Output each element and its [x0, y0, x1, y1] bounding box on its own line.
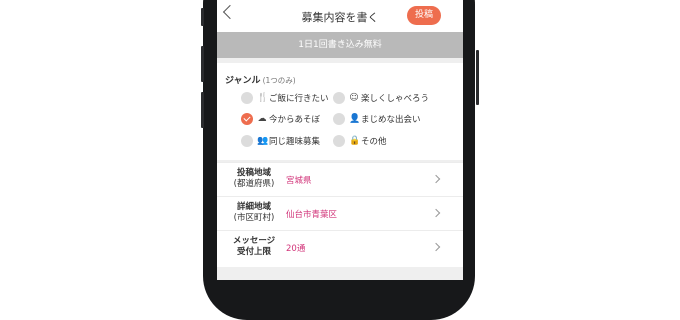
- radio-button[interactable]: [241, 92, 253, 104]
- genre-option-label: ご飯に行きたい: [269, 94, 329, 104]
- phone-power-button: [476, 50, 479, 105]
- genre-option-chat[interactable]: ☺ 楽しくしゃべろう: [333, 91, 429, 105]
- phone-side-button: [201, 8, 204, 26]
- chevron-right-icon: [431, 208, 441, 218]
- post-button[interactable]: 投稿: [407, 6, 441, 25]
- genre-option-hobby[interactable]: 👥 同じ趣味募集: [241, 134, 320, 148]
- genre-option-label: 同じ趣味募集: [269, 137, 321, 147]
- genre-subtitle: (1つのみ): [262, 76, 296, 85]
- radio-button-selected[interactable]: [241, 113, 253, 125]
- genre-title: ジャンル: [225, 76, 261, 86]
- genre-option-serious[interactable]: 👤 まじめな出会い: [333, 112, 421, 126]
- genre-option-label: その他: [361, 137, 387, 147]
- chevron-right-icon: [431, 242, 441, 252]
- radio-button[interactable]: [241, 135, 253, 147]
- city-value: 仙台市青葉区: [286, 210, 338, 220]
- genre-option-play-now[interactable]: ☁ 今からあそぼ: [241, 112, 320, 126]
- genre-option-label: 今からあそぼ: [269, 115, 321, 125]
- smile-chat-icon: ☺: [349, 93, 359, 103]
- message-limit-label: メッセージ 受付上限: [227, 236, 281, 258]
- genre-heading: ジャンル (1つのみ): [225, 73, 296, 86]
- radio-button[interactable]: [333, 92, 345, 104]
- prefecture-row[interactable]: 投稿地域 (都道府県) 宮城県: [217, 162, 463, 196]
- prefecture-value: 宮城県: [286, 176, 312, 186]
- field-label-line2: 受付上限: [236, 247, 271, 257]
- radio-button[interactable]: [333, 135, 345, 147]
- fork-knife-icon: 🍴: [257, 93, 269, 103]
- phone-side-button: [201, 92, 204, 128]
- app-screen: 募集内容を書く 投稿 1日1回書き込み無料 ジャンル (1つのみ) 🍴 ご飯に行き…: [217, 0, 463, 280]
- message-limit-value: 20通: [286, 244, 306, 254]
- genre-option-other[interactable]: 🔒 その他: [333, 134, 387, 148]
- city-row[interactable]: 詳細地域 (市区町村) 仙台市青葉区: [217, 196, 463, 230]
- phone-side-button: [201, 46, 204, 82]
- message-limit-row[interactable]: メッセージ 受付上限 20通: [217, 230, 463, 267]
- cloud-icon: ☁: [257, 114, 267, 124]
- genre-option-label: 楽しくしゃべろう: [361, 94, 430, 104]
- field-label-line2: (市区町村): [233, 213, 275, 223]
- field-label-line1: 投稿地域: [236, 168, 271, 178]
- city-label: 詳細地域 (市区町村): [227, 202, 281, 224]
- genre-option-label: まじめな出会い: [361, 115, 421, 125]
- person-icon: 👤: [349, 114, 361, 124]
- field-label-line2: (都道府県): [233, 179, 275, 189]
- header-bar: 募集内容を書く 投稿: [217, 0, 463, 32]
- lock-icon: 🔒: [349, 136, 361, 146]
- radio-button[interactable]: [333, 113, 345, 125]
- field-label-line1: メッセージ: [232, 236, 276, 246]
- free-post-banner: 1日1回書き込み無料: [217, 32, 463, 58]
- chevron-right-icon: [431, 174, 441, 184]
- prefecture-label: 投稿地域 (都道府県): [227, 168, 281, 190]
- genre-option-meal[interactable]: 🍴 ご飯に行きたい: [241, 91, 329, 105]
- field-label-line1: 詳細地域: [236, 202, 271, 212]
- group-icon: 👥: [257, 136, 269, 146]
- genre-section: ジャンル (1つのみ) 🍴 ご飯に行きたい ☺ 楽しくしゃべろう ☁ 今からあそぼ…: [217, 63, 463, 160]
